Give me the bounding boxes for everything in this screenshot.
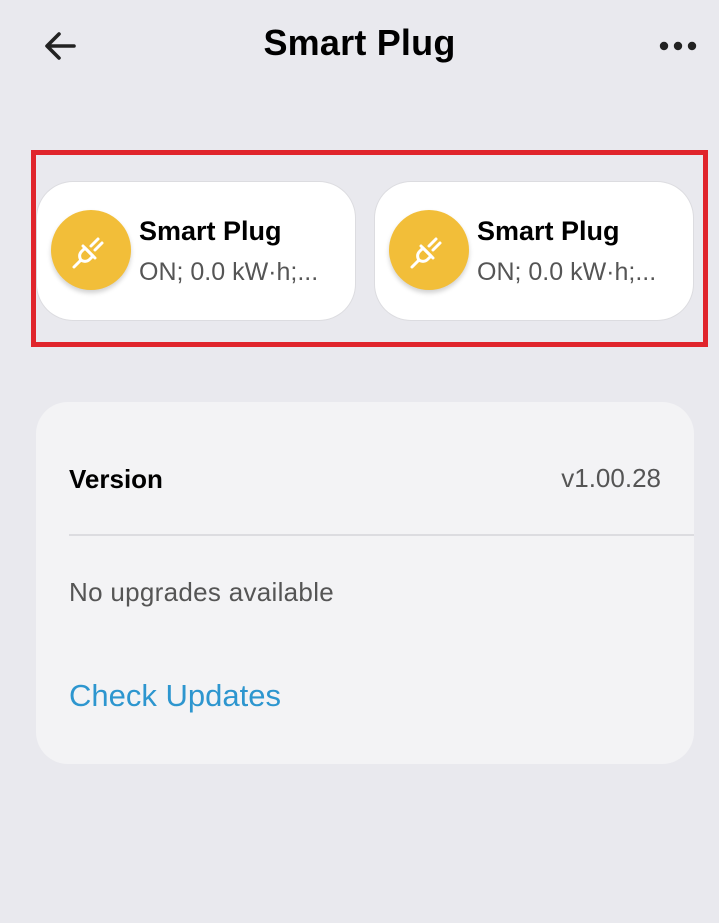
check-updates-link[interactable]: Check Updates	[69, 678, 281, 714]
divider	[69, 534, 694, 536]
firmware-card: Version v1.00.28 No upgrades available C…	[36, 402, 694, 764]
more-options-button[interactable]	[656, 24, 700, 68]
device-name: Smart Plug	[477, 216, 620, 246]
version-value: v1.00.28	[561, 463, 661, 493]
device-status: ON; 0.0 kW·h;...	[477, 258, 657, 286]
device-name: Smart Plug	[139, 216, 282, 246]
plug-icon	[389, 210, 469, 290]
more-horizontal-icon	[659, 41, 697, 51]
app-header: Smart Plug	[0, 0, 719, 100]
device-card[interactable]: Smart Plug ON; 0.0 kW·h;...	[37, 182, 355, 320]
page-title: Smart Plug	[263, 22, 456, 63]
plug-icon	[51, 210, 131, 290]
device-status: ON; 0.0 kW·h;...	[139, 258, 319, 286]
version-label: Version	[69, 464, 163, 494]
upgrade-status: No upgrades available	[69, 577, 335, 607]
device-card[interactable]: Smart Plug ON; 0.0 kW·h;...	[375, 182, 693, 320]
